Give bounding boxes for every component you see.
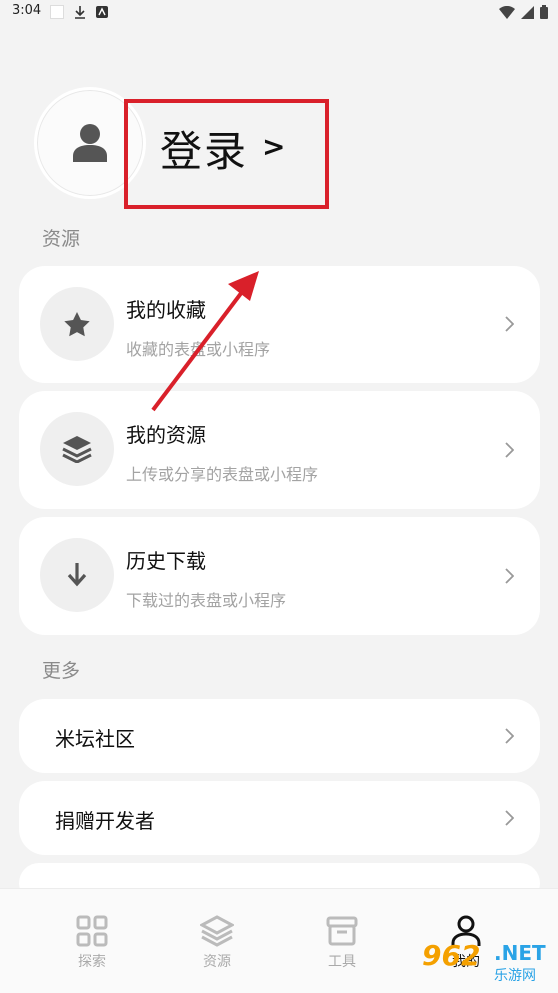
status-time: 3:04 [12, 3, 42, 18]
bottom-navigation: 探索 资源 工具 我的 962 .NET 乐游网 [0, 888, 558, 993]
row-title: 米坛社区 [55, 727, 135, 751]
chevron-right-icon [505, 442, 514, 458]
card-my-favorites[interactable]: 我的收藏 收藏的表盘或小程序 [19, 266, 540, 383]
person-icon [73, 124, 107, 162]
chevron-right-icon [505, 810, 514, 826]
row-title: 捐赠开发者 [55, 809, 155, 833]
watermark-brand: 962 [422, 939, 481, 972]
card-my-resources[interactable]: 我的资源 上传或分享的表盘或小程序 [19, 391, 540, 509]
annotation-highlight-box [124, 99, 329, 209]
nav-label: 探索 [78, 954, 106, 970]
watermark-logo: 962 .NET 乐游网 [422, 939, 554, 987]
nav-label: 工具 [328, 954, 356, 970]
grid-icon [76, 915, 108, 947]
chevron-right-icon [505, 728, 514, 744]
star-icon [64, 311, 90, 336]
watermark-cn: 乐游网 [494, 968, 536, 984]
section-label-resources: 资源 [42, 228, 81, 250]
archive-icon [326, 916, 358, 946]
chevron-right-icon [505, 316, 514, 332]
card-subtitle: 收藏的表盘或小程序 [126, 340, 271, 359]
card-title: 我的收藏 [126, 298, 206, 322]
notification-icons [50, 5, 108, 19]
row-donate-developer[interactable]: 捐赠开发者 [19, 781, 540, 855]
app-notification-icon [96, 6, 108, 18]
wifi-icon [499, 5, 515, 19]
layers-icon [62, 436, 92, 463]
nav-tools[interactable]: 工具 [302, 915, 382, 971]
battery-icon [540, 5, 548, 19]
card-subtitle: 下载过的表盘或小程序 [126, 591, 287, 610]
section-label-more: 更多 [42, 660, 81, 682]
row-mi-community[interactable]: 米坛社区 [19, 699, 540, 773]
card-title: 历史下载 [126, 549, 206, 573]
card-icon-wrap [40, 287, 114, 361]
watermark-suffix: .NET [494, 941, 546, 965]
card-title: 我的资源 [126, 423, 206, 447]
signal-icon [521, 5, 534, 19]
nav-explore[interactable]: 探索 [52, 915, 132, 971]
status-bar: 3:04 [0, 0, 558, 26]
chevron-right-icon [505, 568, 514, 584]
system-indicators [499, 5, 548, 19]
card-icon-wrap [40, 538, 114, 612]
card-download-history[interactable]: 历史下载 下载过的表盘或小程序 [19, 517, 540, 635]
download-arrow-icon [67, 563, 87, 587]
card-subtitle: 上传或分享的表盘或小程序 [126, 465, 319, 484]
notification-square-icon [50, 5, 64, 19]
card-icon-wrap [40, 412, 114, 486]
nav-label: 资源 [203, 954, 231, 970]
nav-resources[interactable]: 资源 [177, 915, 257, 971]
layers-icon [200, 915, 234, 947]
download-notification-icon [75, 5, 85, 19]
